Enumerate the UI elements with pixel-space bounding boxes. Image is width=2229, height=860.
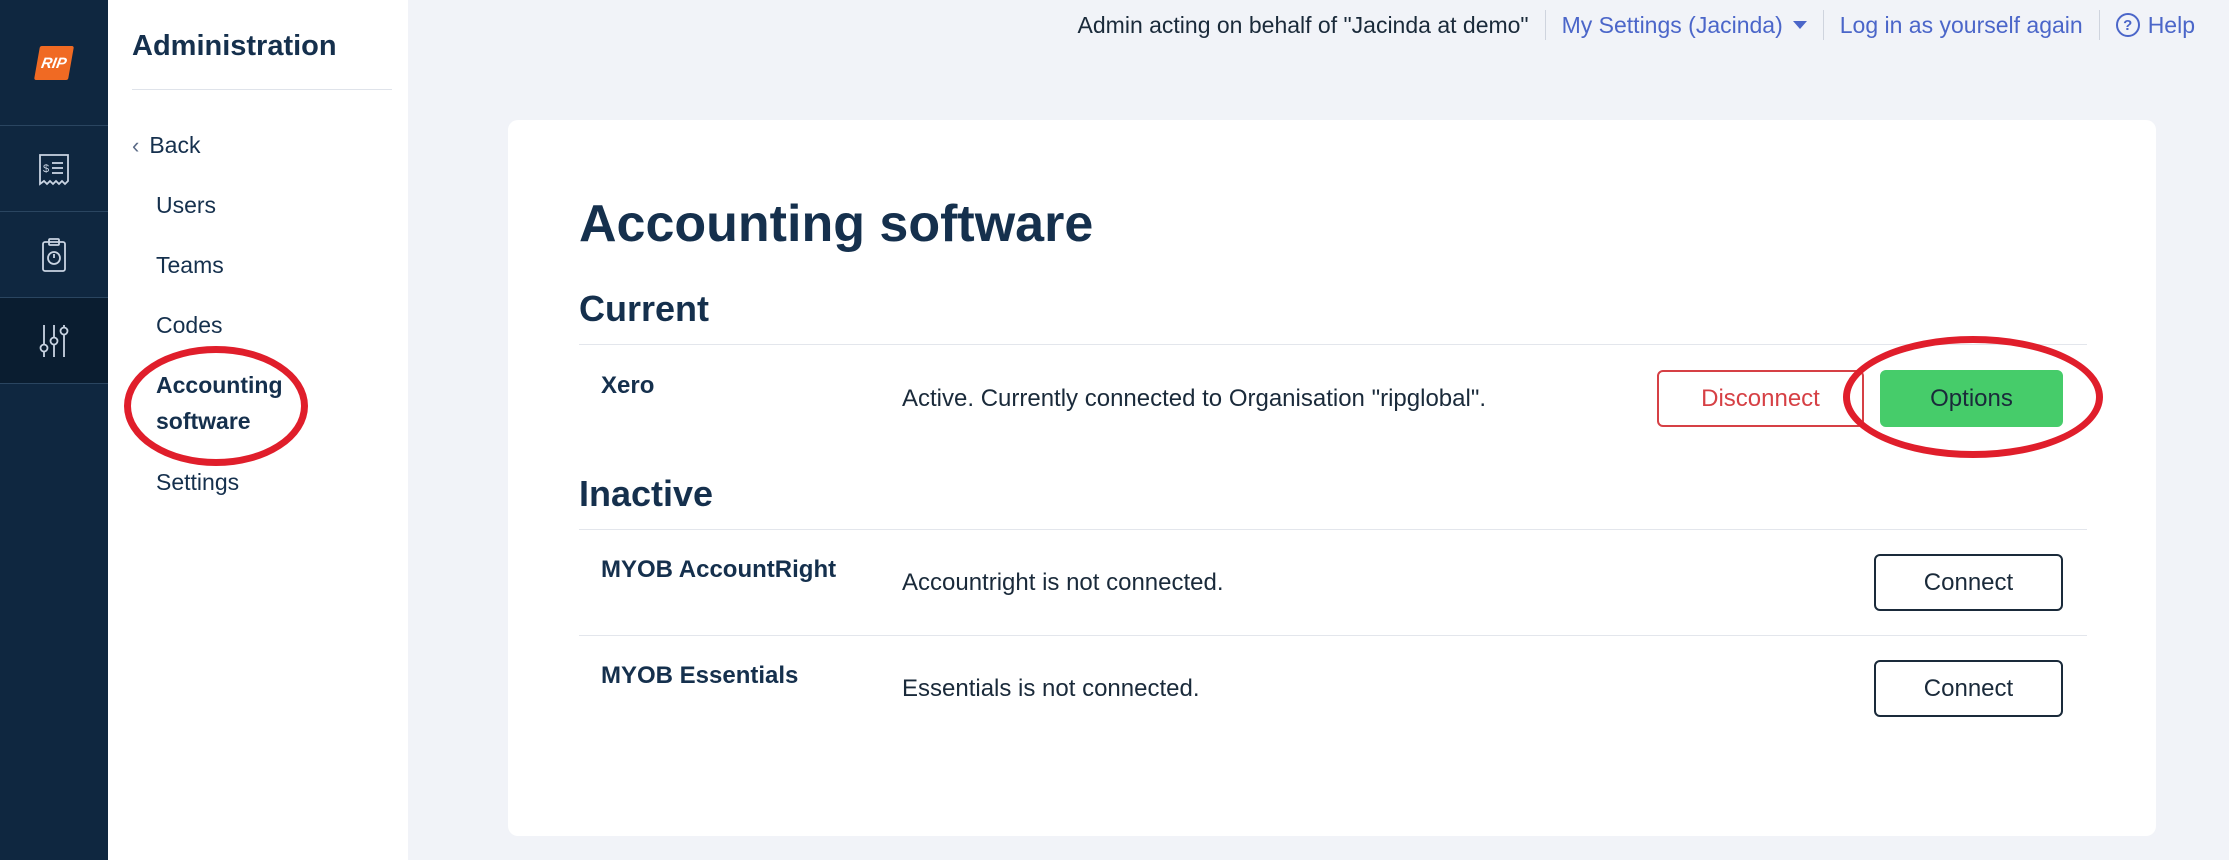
logo-container: RIP [0, 0, 108, 126]
topbar-divider [1822, 10, 1824, 40]
row-divider [579, 635, 2087, 636]
chevron-left-icon: ‹ [132, 132, 140, 158]
sidebar-item-accounting-software[interactable]: Accounting software [156, 367, 306, 439]
options-button[interactable]: Options [1880, 370, 2063, 427]
icon-rail: RIP $ [0, 0, 108, 860]
disconnect-button[interactable]: Disconnect [1657, 370, 1864, 427]
help-icon: ? [2115, 13, 2140, 37]
inactive-heading: Inactive [579, 473, 714, 514]
connect-button-myob-essentials[interactable]: Connect [1874, 660, 2063, 717]
rail-item-expenses[interactable]: $ [0, 126, 108, 212]
admin-sidebar: Administration ‹ Back Users Teams Codes … [108, 0, 408, 860]
acting-on-behalf-text: Admin acting on behalf of "Jacinda at de… [1077, 11, 1529, 38]
back-label: Back [149, 132, 201, 158]
rail-item-timesheets[interactable] [0, 212, 108, 298]
page-title: Accounting software [579, 195, 1094, 253]
help-link[interactable]: ? Help [2115, 11, 2195, 39]
sidebar-item-codes[interactable]: Codes [156, 307, 222, 343]
row-divider [579, 344, 2087, 345]
provider-status-myob-accountright: Accountright is not connected. [902, 569, 1224, 596]
accounting-software-card: Accounting software Current Xero Active.… [508, 120, 2156, 836]
provider-name-myob-accountright: MYOB AccountRight [601, 556, 837, 583]
sidebar-item-settings[interactable]: Settings [156, 464, 239, 500]
provider-name-myob-essentials: MYOB Essentials [601, 662, 799, 689]
my-settings-dropdown[interactable]: My Settings (Jacinda) [1562, 12, 1807, 39]
provider-name-xero: Xero [601, 372, 655, 399]
back-link[interactable]: ‹ Back [132, 132, 200, 159]
caret-down-icon [1792, 21, 1807, 29]
rail-item-admin[interactable] [0, 298, 108, 384]
connect-button-myob-accountright[interactable]: Connect [1874, 554, 2063, 611]
sidebar-divider [132, 89, 392, 90]
current-heading: Current [579, 288, 710, 329]
sidebar-title: Administration [132, 30, 337, 62]
app-logo[interactable]: RIP [34, 45, 74, 80]
top-bar: Admin acting on behalf of "Jacinda at de… [1078, 8, 2195, 42]
topbar-divider [2098, 10, 2100, 40]
sidebar-item-teams[interactable]: Teams [156, 247, 224, 283]
provider-status-myob-essentials: Essentials is not connected. [902, 675, 1200, 702]
sidebar-item-users[interactable]: Users [156, 187, 216, 223]
topbar-divider [1544, 10, 1546, 40]
sliders-icon [39, 324, 69, 357]
help-label: Help [2147, 11, 2195, 38]
svg-text:$: $ [43, 163, 49, 175]
login-as-yourself-link[interactable]: Log in as yourself again [1840, 12, 2083, 39]
provider-status-xero: Active. Currently connected to Organisat… [902, 385, 1487, 412]
row-divider [579, 529, 2087, 530]
my-settings-label: My Settings (Jacinda) [1561, 11, 1783, 38]
receipt-icon: $ [39, 153, 69, 186]
clipboard-timer-icon [42, 237, 66, 272]
